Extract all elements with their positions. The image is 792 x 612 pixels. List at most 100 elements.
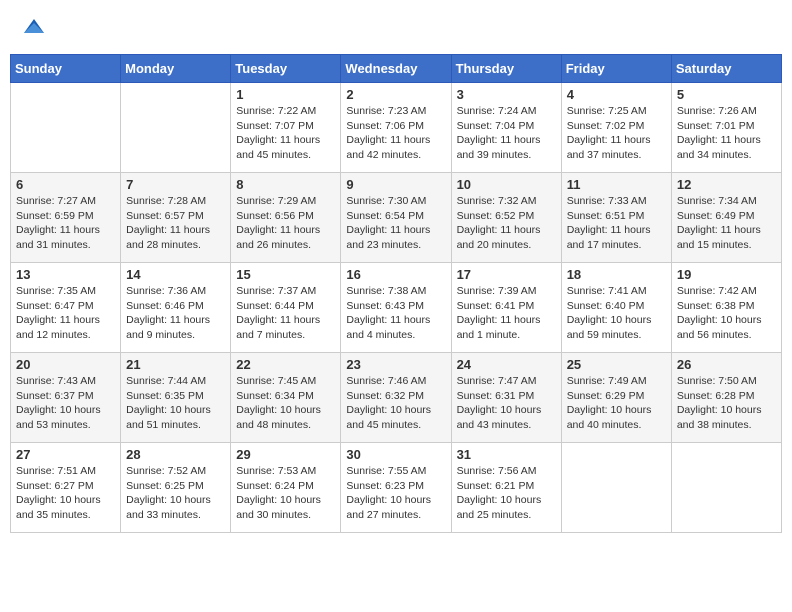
day-number: 10 <box>457 177 556 192</box>
day-info: Sunrise: 7:47 AM Sunset: 6:31 PM Dayligh… <box>457 374 556 433</box>
calendar-cell <box>671 443 781 533</box>
day-info: Sunrise: 7:50 AM Sunset: 6:28 PM Dayligh… <box>677 374 776 433</box>
day-info: Sunrise: 7:44 AM Sunset: 6:35 PM Dayligh… <box>126 374 225 433</box>
day-info: Sunrise: 7:37 AM Sunset: 6:44 PM Dayligh… <box>236 284 335 343</box>
calendar-cell: 24 Sunrise: 7:47 AM Sunset: 6:31 PM Dayli… <box>451 353 561 443</box>
calendar-cell: 13 Sunrise: 7:35 AM Sunset: 6:47 PM Dayli… <box>11 263 121 353</box>
logo <box>20 15 46 39</box>
calendar-day-header: Monday <box>121 55 231 83</box>
page-header <box>10 10 782 44</box>
day-info: Sunrise: 7:32 AM Sunset: 6:52 PM Dayligh… <box>457 194 556 253</box>
logo-icon <box>22 15 46 39</box>
day-info: Sunrise: 7:29 AM Sunset: 6:56 PM Dayligh… <box>236 194 335 253</box>
day-info: Sunrise: 7:55 AM Sunset: 6:23 PM Dayligh… <box>346 464 445 523</box>
calendar-cell: 16 Sunrise: 7:38 AM Sunset: 6:43 PM Dayli… <box>341 263 451 353</box>
calendar-day-header: Friday <box>561 55 671 83</box>
calendar-cell <box>11 83 121 173</box>
day-info: Sunrise: 7:22 AM Sunset: 7:07 PM Dayligh… <box>236 104 335 163</box>
day-number: 16 <box>346 267 445 282</box>
day-info: Sunrise: 7:34 AM Sunset: 6:49 PM Dayligh… <box>677 194 776 253</box>
calendar-week-row: 27 Sunrise: 7:51 AM Sunset: 6:27 PM Dayli… <box>11 443 782 533</box>
day-number: 26 <box>677 357 776 372</box>
calendar-week-row: 1 Sunrise: 7:22 AM Sunset: 7:07 PM Daylig… <box>11 83 782 173</box>
calendar-day-header: Sunday <box>11 55 121 83</box>
calendar-cell: 4Sunrise: 7:25 AM Sunset: 7:02 PM Daylig… <box>561 83 671 173</box>
day-number: 24 <box>457 357 556 372</box>
day-number: 30 <box>346 447 445 462</box>
calendar-cell: 27 Sunrise: 7:51 AM Sunset: 6:27 PM Dayli… <box>11 443 121 533</box>
day-number: 7 <box>126 177 225 192</box>
day-info: Sunrise: 7:24 AM Sunset: 7:04 PM Dayligh… <box>457 104 556 163</box>
calendar-week-row: 6 Sunrise: 7:27 AM Sunset: 6:59 PM Daylig… <box>11 173 782 263</box>
calendar-cell: 5Sunrise: 7:26 AM Sunset: 7:01 PM Daylig… <box>671 83 781 173</box>
calendar-cell: 30 Sunrise: 7:55 AM Sunset: 6:23 PM Dayli… <box>341 443 451 533</box>
calendar-cell: 17 Sunrise: 7:39 AM Sunset: 6:41 PM Dayli… <box>451 263 561 353</box>
day-number: 6 <box>16 177 115 192</box>
day-number: 15 <box>236 267 335 282</box>
day-number: 28 <box>126 447 225 462</box>
day-info: Sunrise: 7:27 AM Sunset: 6:59 PM Dayligh… <box>16 194 115 253</box>
calendar-table: SundayMondayTuesdayWednesdayThursdayFrid… <box>10 54 782 533</box>
calendar-header-row: SundayMondayTuesdayWednesdayThursdayFrid… <box>11 55 782 83</box>
day-info: Sunrise: 7:41 AM Sunset: 6:40 PM Dayligh… <box>567 284 666 343</box>
day-number: 22 <box>236 357 335 372</box>
day-info: Sunrise: 7:46 AM Sunset: 6:32 PM Dayligh… <box>346 374 445 433</box>
day-info: Sunrise: 7:42 AM Sunset: 6:38 PM Dayligh… <box>677 284 776 343</box>
calendar-cell: 21 Sunrise: 7:44 AM Sunset: 6:35 PM Dayli… <box>121 353 231 443</box>
day-number: 20 <box>16 357 115 372</box>
calendar-cell: 26 Sunrise: 7:50 AM Sunset: 6:28 PM Dayli… <box>671 353 781 443</box>
day-info: Sunrise: 7:56 AM Sunset: 6:21 PM Dayligh… <box>457 464 556 523</box>
day-number: 11 <box>567 177 666 192</box>
day-number: 1 <box>236 87 335 102</box>
day-info: Sunrise: 7:30 AM Sunset: 6:54 PM Dayligh… <box>346 194 445 253</box>
calendar-cell: 9Sunrise: 7:30 AM Sunset: 6:54 PM Daylig… <box>341 173 451 263</box>
day-number: 18 <box>567 267 666 282</box>
day-number: 14 <box>126 267 225 282</box>
calendar-cell: 23Sunrise: 7:46 AM Sunset: 6:32 PM Dayli… <box>341 353 451 443</box>
day-info: Sunrise: 7:28 AM Sunset: 6:57 PM Dayligh… <box>126 194 225 253</box>
day-number: 13 <box>16 267 115 282</box>
calendar-cell <box>121 83 231 173</box>
day-number: 27 <box>16 447 115 462</box>
calendar-cell: 12 Sunrise: 7:34 AM Sunset: 6:49 PM Dayli… <box>671 173 781 263</box>
day-info: Sunrise: 7:25 AM Sunset: 7:02 PM Dayligh… <box>567 104 666 163</box>
calendar-cell: 22 Sunrise: 7:45 AM Sunset: 6:34 PM Dayli… <box>231 353 341 443</box>
calendar-cell: 28 Sunrise: 7:52 AM Sunset: 6:25 PM Dayli… <box>121 443 231 533</box>
calendar-week-row: 20 Sunrise: 7:43 AM Sunset: 6:37 PM Dayli… <box>11 353 782 443</box>
day-info: Sunrise: 7:45 AM Sunset: 6:34 PM Dayligh… <box>236 374 335 433</box>
calendar-cell: 31 Sunrise: 7:56 AM Sunset: 6:21 PM Dayli… <box>451 443 561 533</box>
day-info: Sunrise: 7:23 AM Sunset: 7:06 PM Dayligh… <box>346 104 445 163</box>
calendar-cell: 6 Sunrise: 7:27 AM Sunset: 6:59 PM Daylig… <box>11 173 121 263</box>
calendar-day-header: Thursday <box>451 55 561 83</box>
day-number: 2 <box>346 87 445 102</box>
day-info: Sunrise: 7:39 AM Sunset: 6:41 PM Dayligh… <box>457 284 556 343</box>
day-info: Sunrise: 7:49 AM Sunset: 6:29 PM Dayligh… <box>567 374 666 433</box>
day-info: Sunrise: 7:51 AM Sunset: 6:27 PM Dayligh… <box>16 464 115 523</box>
calendar-day-header: Tuesday <box>231 55 341 83</box>
calendar-day-header: Wednesday <box>341 55 451 83</box>
day-info: Sunrise: 7:36 AM Sunset: 6:46 PM Dayligh… <box>126 284 225 343</box>
day-info: Sunrise: 7:43 AM Sunset: 6:37 PM Dayligh… <box>16 374 115 433</box>
day-number: 31 <box>457 447 556 462</box>
day-info: Sunrise: 7:53 AM Sunset: 6:24 PM Dayligh… <box>236 464 335 523</box>
day-number: 17 <box>457 267 556 282</box>
day-number: 25 <box>567 357 666 372</box>
day-number: 12 <box>677 177 776 192</box>
calendar-cell: 11 Sunrise: 7:33 AM Sunset: 6:51 PM Dayli… <box>561 173 671 263</box>
day-number: 21 <box>126 357 225 372</box>
calendar-cell: 29 Sunrise: 7:53 AM Sunset: 6:24 PM Dayli… <box>231 443 341 533</box>
day-number: 3 <box>457 87 556 102</box>
day-number: 8 <box>236 177 335 192</box>
day-info: Sunrise: 7:33 AM Sunset: 6:51 PM Dayligh… <box>567 194 666 253</box>
calendar-cell: 20 Sunrise: 7:43 AM Sunset: 6:37 PM Dayli… <box>11 353 121 443</box>
day-info: Sunrise: 7:26 AM Sunset: 7:01 PM Dayligh… <box>677 104 776 163</box>
calendar-week-row: 13 Sunrise: 7:35 AM Sunset: 6:47 PM Dayli… <box>11 263 782 353</box>
day-info: Sunrise: 7:52 AM Sunset: 6:25 PM Dayligh… <box>126 464 225 523</box>
day-info: Sunrise: 7:35 AM Sunset: 6:47 PM Dayligh… <box>16 284 115 343</box>
calendar-cell <box>561 443 671 533</box>
calendar-day-header: Saturday <box>671 55 781 83</box>
day-info: Sunrise: 7:38 AM Sunset: 6:43 PM Dayligh… <box>346 284 445 343</box>
calendar-cell: 7 Sunrise: 7:28 AM Sunset: 6:57 PM Daylig… <box>121 173 231 263</box>
calendar-cell: 25 Sunrise: 7:49 AM Sunset: 6:29 PM Dayli… <box>561 353 671 443</box>
day-number: 29 <box>236 447 335 462</box>
